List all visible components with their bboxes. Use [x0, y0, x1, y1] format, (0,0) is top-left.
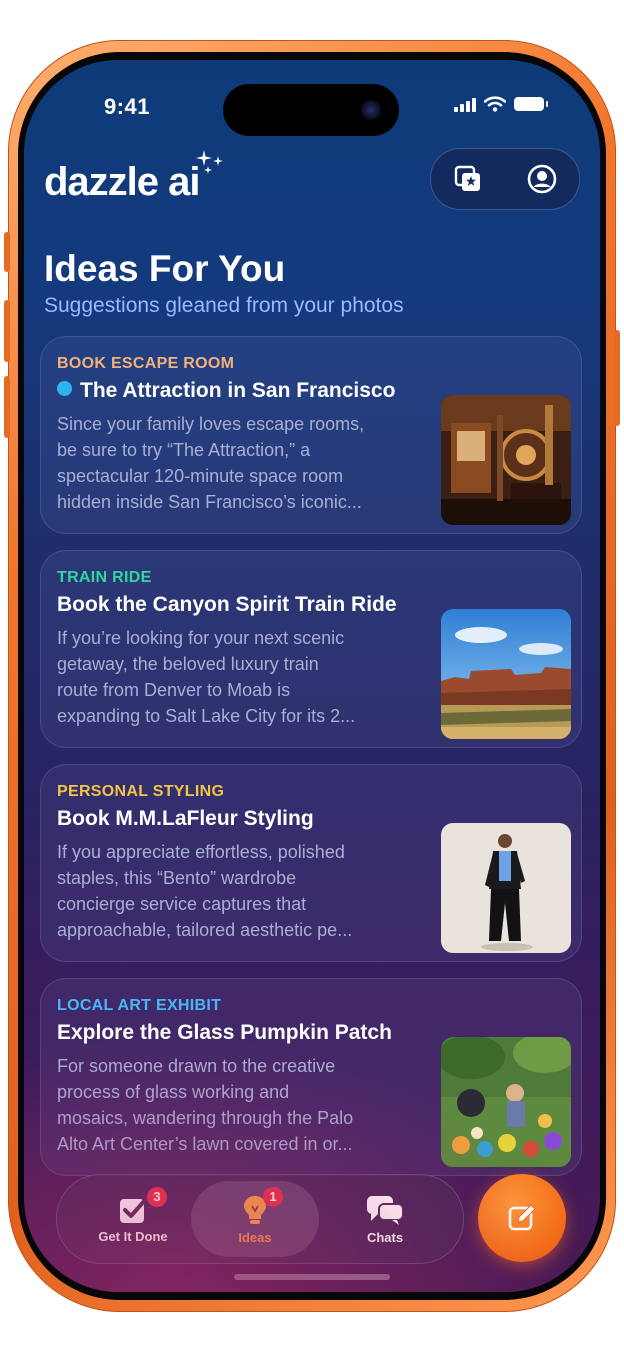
card-description-line: If you’re looking for your next scenic [57, 628, 345, 648]
home-indicator [234, 1274, 390, 1280]
notification-badge: 1 [263, 1187, 283, 1207]
idea-card[interactable]: PERSONAL STYLING Book M.M.LaFleur Stylin… [40, 764, 582, 962]
volume-down-button [4, 376, 10, 438]
person-circle-icon [527, 164, 557, 194]
canyon-landscape-photo [441, 609, 571, 739]
card-description-line: process of glass working and [57, 1082, 290, 1102]
card-title: The Attraction in San Francisco [57, 379, 395, 403]
card-description-line: expanding to Salt Lake City for its 2... [57, 706, 356, 726]
checkbox-icon [120, 1196, 148, 1223]
card-description-line: Since your family loves escape rooms, [57, 414, 365, 434]
card-description-line: route from Denver to Moab is [57, 680, 291, 700]
app-screen: 9:41 dazzle ai Ideas For You Suggestions… [24, 60, 600, 1292]
tab-get-it-done[interactable]: 3 Get It Done [69, 1181, 197, 1257]
card-description: If you appreciate effortless, polished s… [57, 839, 429, 943]
sparkle-icon [196, 150, 223, 174]
card-category: TRAIN RIDE [57, 569, 152, 586]
page-title: Ideas For You [44, 248, 286, 289]
app-logo: dazzle ai [44, 160, 201, 204]
card-description: For someone drawn to the creative proces… [57, 1053, 429, 1157]
card-description-line: mosaics, wandering through the Palo [57, 1108, 354, 1128]
card-description: Since your family loves escape rooms, be… [57, 411, 429, 515]
card-title: Explore the Glass Pumpkin Patch [57, 1021, 392, 1044]
card-title: Book M.M.LaFleur Styling [57, 807, 314, 830]
header-actions [430, 148, 580, 210]
tab-label: Ideas [238, 1229, 272, 1245]
card-description-line: getaway, the beloved luxury train [57, 654, 319, 674]
card-title: Book the Canyon Spirit Train Ride [57, 593, 397, 616]
idea-card[interactable]: TRAIN RIDE Book the Canyon Spirit Train … [40, 550, 582, 748]
card-description: If you’re looking for your next scenic g… [57, 625, 429, 729]
wifi-icon [484, 96, 506, 112]
notification-badge: 3 [147, 1187, 167, 1207]
card-title-text: The Attraction in San Francisco [80, 379, 396, 402]
cellular-signal-icon [454, 96, 476, 112]
card-description-line: approachable, tailored aesthetic pe... [57, 920, 353, 940]
idea-card[interactable]: LOCAL ART EXHIBIT Explore the Glass Pump… [40, 978, 582, 1176]
bookmark-star-icon [454, 165, 480, 191]
tab-ideas[interactable]: 1 Ideas [191, 1181, 319, 1257]
unread-dot-icon [57, 381, 72, 396]
page-subtitle: Suggestions gleaned from your photos [44, 294, 404, 317]
card-description-line: Alto Art Center’s lawn covered in or... [57, 1134, 353, 1154]
compose-button[interactable] [478, 1174, 566, 1262]
saved-ideas-button[interactable] [448, 159, 488, 199]
escape-room-photo [441, 395, 571, 525]
card-category: LOCAL ART EXHIBIT [57, 997, 222, 1014]
card-description-line: If you appreciate effortless, polished [57, 842, 345, 862]
action-button [4, 232, 10, 272]
dynamic-island [223, 84, 399, 136]
front-camera [361, 100, 381, 120]
card-description-line: be sure to try “The Attraction,” a [57, 440, 311, 460]
tab-label: Get It Done [98, 1228, 168, 1244]
power-button [614, 330, 620, 426]
glass-pumpkin-patch-photo [441, 1037, 571, 1167]
card-description-line: staples, this “Bento” wardrobe [57, 868, 297, 888]
volume-up-button [4, 300, 10, 362]
compose-icon [508, 1204, 536, 1231]
card-description-line: For someone drawn to the creative [57, 1056, 336, 1076]
tab-bar: 3 Get It Done 1 Ideas Chats [56, 1174, 464, 1264]
tab-label: Chats [366, 1229, 404, 1245]
status-icons [454, 96, 548, 112]
chat-bubbles-icon [367, 1195, 404, 1225]
card-category: PERSONAL STYLING [57, 783, 225, 800]
status-time: 9:41 [104, 94, 151, 119]
battery-icon [514, 97, 548, 111]
tab-chats[interactable]: Chats [321, 1181, 449, 1257]
fashion-model-photo [441, 823, 571, 953]
profile-button[interactable] [522, 159, 562, 199]
card-category: BOOK ESCAPE ROOM [57, 355, 235, 372]
card-description-line: spectacular 120-minute space room [57, 466, 344, 486]
card-description-line: hidden inside San Francisco’s iconic... [57, 492, 362, 512]
card-description-line: concierge service captures that [57, 894, 307, 914]
idea-card[interactable]: BOOK ESCAPE ROOM The Attraction in San F… [40, 336, 582, 534]
